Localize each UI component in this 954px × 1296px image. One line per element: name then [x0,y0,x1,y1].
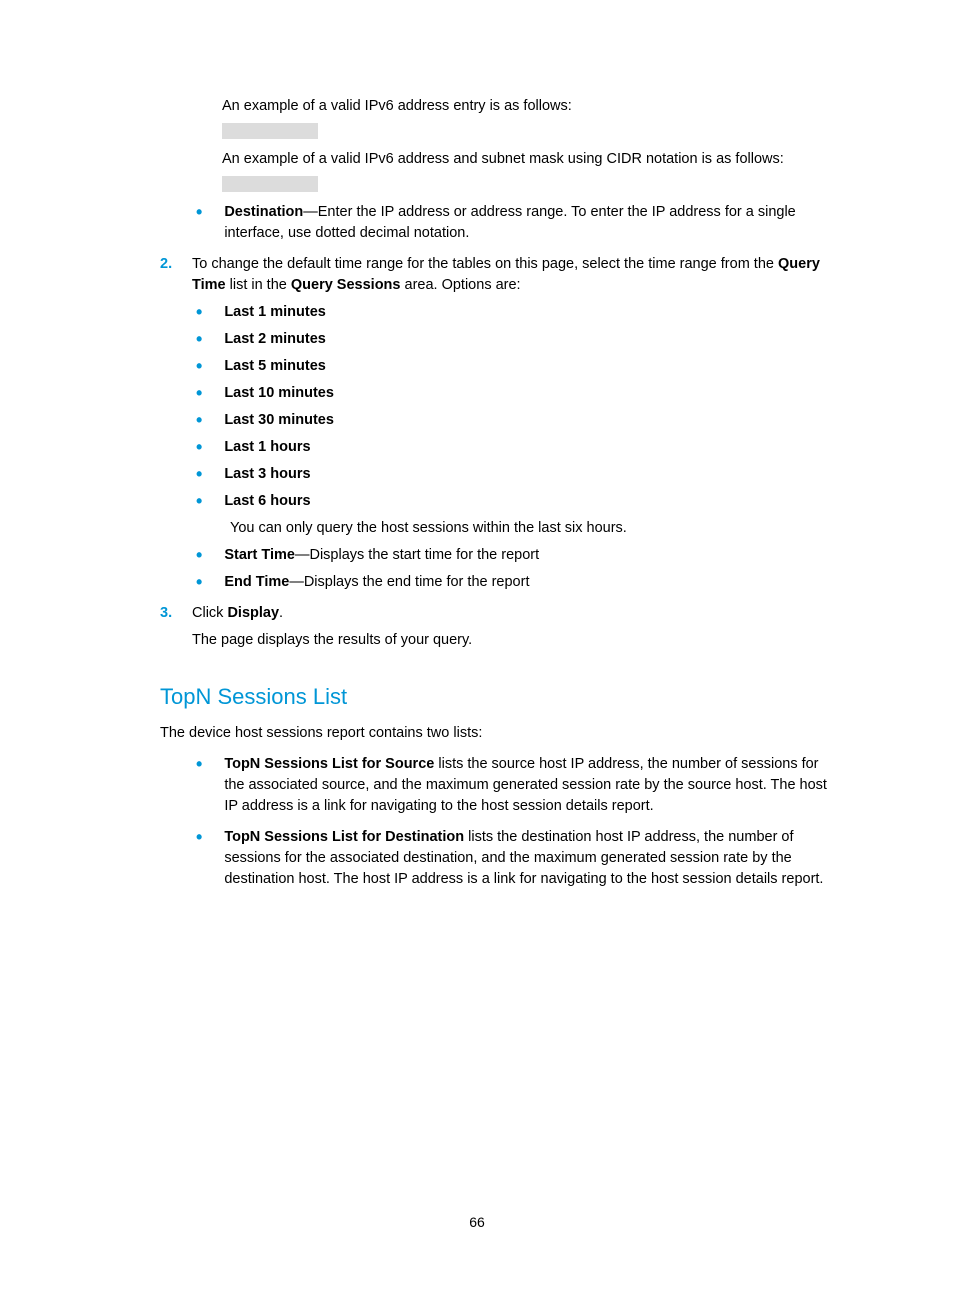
option-label: Last 1 hours [224,437,842,458]
start-time-label: Start Time [224,547,295,563]
bullet-dot-icon: • [196,302,202,323]
start-time-text: Start Time—Displays the start time for t… [224,545,842,566]
intro-block: An example of a valid IPv6 address entry… [222,96,842,192]
option-item: • Last 1 minutes [196,302,842,323]
bullet-dot-icon: • [196,202,202,244]
option-item: • Last 2 minutes [196,329,842,350]
end-time-text: End Time—Displays the end time for the r… [224,572,842,593]
bullet-dot-icon: • [196,437,202,458]
bullet-dot-icon: • [196,356,202,377]
bullet-dot-icon: • [196,383,202,404]
option-item: • Last 30 minutes [196,410,842,431]
topn-source-text: TopN Sessions List for Source lists the … [224,754,842,817]
step3-suffix: . [279,605,283,621]
option-item: • Last 5 minutes [196,356,842,377]
option-label: Last 30 minutes [224,410,842,431]
end-time-desc: —Displays the end time for the report [289,574,529,590]
bullet-dot-icon: • [196,410,202,431]
topn-dest-text: TopN Sessions List for Destination lists… [224,827,842,890]
step3-bold: Display [227,605,279,621]
step3-prefix: Click [192,605,227,621]
option-label: Last 2 minutes [224,329,842,350]
step2-suffix: area. Options are: [400,277,520,293]
query-note: You can only query the host sessions wit… [230,518,842,539]
option-label: Last 3 hours [224,464,842,485]
option-item: • Last 1 hours [196,437,842,458]
destination-bullet: • Destination—Enter the IP address or ad… [196,202,842,244]
option-label: Last 1 minutes [224,302,842,323]
topn-dest-bullet: • TopN Sessions List for Destination lis… [196,827,842,890]
bullet-dot-icon: • [196,754,202,817]
section-heading: TopN Sessions List [160,681,842,713]
step-number-2: 2. [160,254,192,296]
intro-line-2: An example of a valid IPv6 address and s… [222,149,842,170]
option-label: Last 5 minutes [224,356,842,377]
step-3: 3. Click Display. [160,603,842,624]
destination-text: Destination—Enter the IP address or addr… [224,202,842,244]
option-label: Last 10 minutes [224,383,842,404]
step-3-text: Click Display. [192,603,842,624]
result-line: The page displays the results of your qu… [192,630,842,651]
document-page: An example of a valid IPv6 address entry… [0,0,954,1296]
bullet-dot-icon: • [196,572,202,593]
topn-source-label: TopN Sessions List for Source [224,756,434,772]
page-number: 66 [0,1212,954,1232]
option-item: • Last 3 hours [196,464,842,485]
step-number-3: 3. [160,603,192,624]
bullet-dot-icon: • [196,464,202,485]
step2-prefix: To change the default time range for the… [192,256,778,272]
step-2: 2. To change the default time range for … [160,254,842,296]
option-item: • Last 6 hours [196,491,842,512]
intro-line-1: An example of a valid IPv6 address entry… [222,96,842,117]
bullet-dot-icon: • [196,491,202,512]
destination-label: Destination [224,204,303,220]
code-placeholder-1 [222,123,318,139]
step2-middle: list in the [226,277,291,293]
end-time-bullet: • End Time—Displays the end time for the… [196,572,842,593]
option-item: • Last 10 minutes [196,383,842,404]
topn-source-bullet: • TopN Sessions List for Source lists th… [196,754,842,817]
option-label: Last 6 hours [224,491,842,512]
step2-bold2: Query Sessions [291,277,401,293]
step-2-text: To change the default time range for the… [192,254,842,296]
section-intro: The device host sessions report contains… [160,723,842,744]
bullet-dot-icon: • [196,827,202,890]
bullet-dot-icon: • [196,329,202,350]
destination-desc: —Enter the IP address or address range. … [224,204,795,241]
code-placeholder-2 [222,176,318,192]
bullet-dot-icon: • [196,545,202,566]
start-time-desc: —Displays the start time for the report [295,547,539,563]
end-time-label: End Time [224,574,289,590]
start-time-bullet: • Start Time—Displays the start time for… [196,545,842,566]
topn-dest-label: TopN Sessions List for Destination [224,829,464,845]
